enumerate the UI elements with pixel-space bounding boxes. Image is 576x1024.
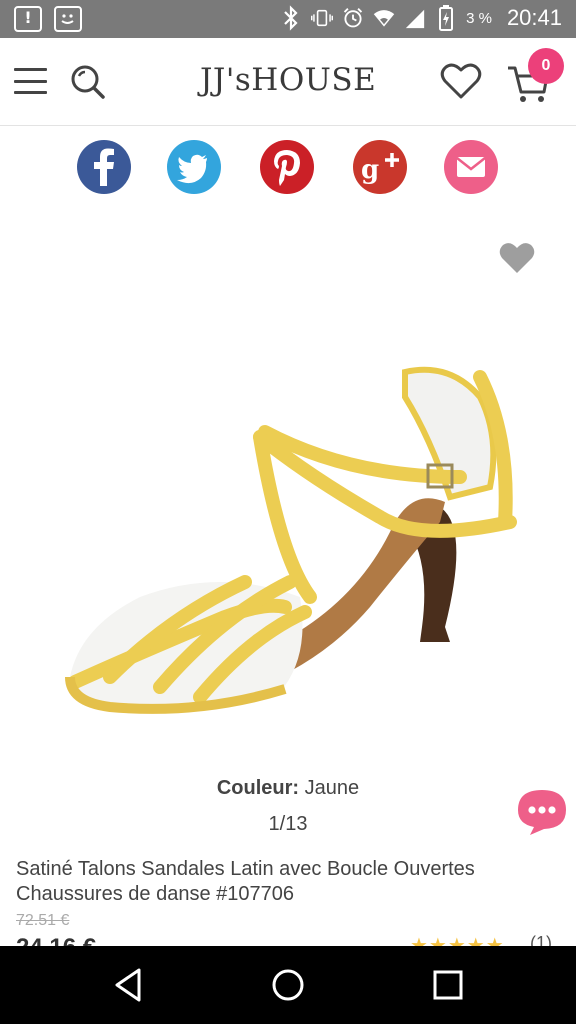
signal-icon [405, 9, 425, 29]
bluetooth-icon [284, 5, 298, 31]
image-counter: 1/13 [268, 813, 308, 835]
original-price: 72.51 € [16, 912, 70, 929]
facebook-icon[interactable] [77, 140, 131, 194]
color-value: Jaune [304, 777, 360, 799]
cart-count-badge: 0 [528, 48, 564, 84]
site-logo[interactable]: JJ'sHOUSE [200, 62, 376, 98]
chat-icon[interactable] [514, 786, 570, 836]
color-label: Couleur: [216, 777, 300, 799]
search-icon[interactable] [70, 64, 106, 100]
back-icon[interactable] [108, 964, 150, 1006]
menu-icon[interactable] [14, 68, 47, 94]
app-header: JJ'sHOUSE 0 [0, 38, 576, 126]
product-title: Satiné Talons Sandales Latin avec Boucle… [16, 858, 475, 905]
system-nav-bar [0, 946, 576, 1024]
color-line: Couleur: Jaune [0, 777, 576, 800]
wishlist-icon[interactable] [440, 62, 482, 100]
alarm-icon [343, 8, 363, 28]
status-bar: ! 3 % 20:41 [0, 0, 576, 38]
vibrate-icon [311, 9, 334, 27]
email-icon[interactable] [444, 140, 498, 194]
share-bar: g [0, 127, 576, 207]
svg-text:g: g [361, 155, 379, 185]
battery-percent: 3 % [466, 9, 492, 27]
battery-icon [439, 5, 454, 31]
alert-icon: ! [14, 6, 42, 32]
recents-icon[interactable] [427, 964, 469, 1006]
clock: 20:41 [506, 5, 562, 30]
product-image [65, 366, 517, 714]
home-icon[interactable] [267, 964, 309, 1006]
google-plus-icon[interactable]: g [353, 140, 407, 194]
product-gallery[interactable] [0, 207, 576, 767]
pinterest-icon[interactable] [260, 140, 314, 194]
message-icon [54, 6, 82, 32]
twitter-icon[interactable] [167, 140, 221, 194]
wifi-icon [373, 10, 395, 27]
favorite-icon[interactable] [498, 241, 536, 275]
